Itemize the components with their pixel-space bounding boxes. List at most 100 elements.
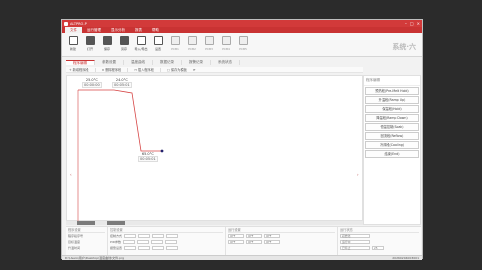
value-field[interactable] bbox=[165, 240, 178, 244]
dropdown[interactable]: OFF bbox=[228, 240, 244, 244]
dropdown[interactable]: OFF bbox=[228, 234, 244, 238]
status-field: 运行中 bbox=[340, 240, 370, 244]
value-field[interactable] bbox=[138, 234, 151, 238]
new-file-icon bbox=[68, 36, 78, 45]
dropdown[interactable]: OFF bbox=[264, 240, 280, 244]
tab-system-status[interactable]: 系统状态 bbox=[211, 60, 240, 65]
pcb2-button[interactable]: PCB2 bbox=[185, 36, 199, 54]
status-value: 25 bbox=[372, 246, 384, 250]
run-status-panel: 运行状态 初始化 运行中 已停止 25 bbox=[338, 227, 421, 255]
value-field[interactable] bbox=[152, 246, 165, 250]
segment-1[interactable]: 25.0°C 00:00:00 bbox=[82, 78, 102, 88]
segment-type-button[interactable]: 保温段(Hold) bbox=[365, 105, 419, 113]
dropdown[interactable]: OFF bbox=[264, 234, 280, 238]
value-field[interactable] bbox=[124, 246, 137, 250]
svg-text:‹: ‹ bbox=[70, 172, 72, 177]
profile-plot[interactable]: ‹ › 25.0°C 00:00:00 24.0°C 00:05:01 65.0… bbox=[66, 75, 363, 222]
refresh-icon[interactable]: ⟳ bbox=[193, 68, 196, 72]
scroll-thumb[interactable] bbox=[77, 221, 95, 225]
svg-text:›: › bbox=[357, 172, 359, 177]
add-segment-button[interactable]: + 新增程序段 bbox=[69, 67, 89, 72]
value-field[interactable] bbox=[166, 246, 179, 250]
tab-temp-curve[interactable]: 温度曲线 bbox=[124, 60, 153, 65]
title-bar: ALTPRO-P – □ × bbox=[62, 20, 422, 27]
pcb-icon bbox=[221, 36, 231, 45]
main-tabs: 程序编辑 参数设置 温度曲线 数据记录 报警记录 系统状态 bbox=[66, 60, 418, 65]
toolbar-divider bbox=[159, 67, 161, 72]
segment-type-button[interactable]: 回流段(Reflow) bbox=[365, 132, 419, 140]
import-export-icon bbox=[136, 36, 146, 45]
segment-type-button[interactable]: 升温段(Ramp Up) bbox=[365, 96, 419, 104]
segment-type-button[interactable]: 降温段(Ramp Down) bbox=[365, 114, 419, 122]
open-folder-icon bbox=[85, 36, 95, 45]
segment-type-button[interactable]: 冷却段(Cooling) bbox=[365, 141, 419, 149]
value-field[interactable] bbox=[124, 234, 137, 238]
control-settings-panel: 控制设置 控制方式 PID参数 报警设置 bbox=[108, 227, 226, 255]
save-template-button[interactable]: ▢ 保存为模板 bbox=[167, 67, 187, 72]
delete-segment-button[interactable]: × 删除程序段 bbox=[102, 67, 122, 72]
scroll-thumb[interactable] bbox=[107, 221, 125, 225]
status-id: 20260204003001 bbox=[392, 256, 419, 260]
value-field[interactable] bbox=[137, 240, 150, 244]
ribbon-toolbar: 新建 打开 保存 另存 导入/导出 设置 PCB1 PCB2 PCB3 PCB4… bbox=[62, 33, 422, 57]
dropdown[interactable]: OFF bbox=[246, 240, 262, 244]
pcb-icon bbox=[170, 36, 180, 45]
pcb4-button[interactable]: PCB4 bbox=[219, 36, 233, 54]
pcb-icon bbox=[238, 36, 248, 45]
status-field: 初始化 bbox=[340, 234, 370, 238]
window-title: ALTPRO-P bbox=[70, 21, 87, 26]
value-field[interactable] bbox=[166, 234, 179, 238]
segment-2[interactable]: 24.0°C 00:05:01 bbox=[112, 78, 132, 88]
open-button[interactable]: 打开 bbox=[83, 36, 97, 54]
tab-data-log[interactable]: 数据记录 bbox=[153, 60, 182, 65]
dropdown[interactable]: OFF bbox=[246, 234, 262, 238]
import-export-button[interactable]: 导入/导出 bbox=[134, 36, 148, 54]
maximize-icon[interactable]: □ bbox=[410, 21, 414, 26]
settings-icon bbox=[153, 36, 163, 45]
tab-program-edit[interactable]: 程序编辑 bbox=[66, 60, 95, 65]
settings-button[interactable]: 设置 bbox=[151, 36, 165, 54]
app-window: ALTPRO-P – □ × 文件 运行管理 显示分析 报表 帮助 新建 打开 … bbox=[61, 19, 423, 260]
pcb3-button[interactable]: PCB3 bbox=[202, 36, 216, 54]
settings-area: 程序设置 程序段序号 目标温度 升温时间 控制设置 控制方式 PID参数 报警设… bbox=[66, 226, 421, 255]
settings-row: 报警设置 bbox=[110, 245, 223, 251]
value-field[interactable] bbox=[138, 246, 151, 250]
new-button[interactable]: 新建 bbox=[66, 36, 80, 54]
save-as-button[interactable]: 另存 bbox=[117, 36, 131, 54]
run-settings-panel: 运行设置 OFF OFF OFF OFF OFF OFF bbox=[226, 227, 338, 255]
window-controls: – □ × bbox=[405, 21, 420, 26]
segment-type-button[interactable]: 预热段(Pre-Melt Hold) bbox=[365, 87, 419, 95]
settings-row: 升温时间 bbox=[68, 246, 81, 250]
segment-3[interactable]: 65.0°C 00:05:01 bbox=[138, 152, 158, 162]
save-icon bbox=[102, 36, 112, 45]
save-as-icon bbox=[119, 36, 129, 45]
value-field[interactable] bbox=[152, 234, 165, 238]
pcb-icon bbox=[204, 36, 214, 45]
pcb1-button[interactable]: PCB1 bbox=[168, 36, 182, 54]
plot-scrollbar[interactable] bbox=[66, 221, 363, 225]
segment-time[interactable]: 00:05:01 bbox=[112, 82, 132, 88]
tab-parameters[interactable]: 参数设置 bbox=[95, 60, 124, 65]
insert-segment-button[interactable]: ↔ 插入程序段 bbox=[134, 67, 154, 72]
profile-curve: ‹ › bbox=[70, 89, 359, 222]
edit-toolbar: + 新增程序段 × 删除程序段 ↔ 插入程序段 ▢ 保存为模板 ⟳ bbox=[66, 67, 363, 73]
segment-type-panel: 程序编辑 预热段(Pre-Melt Hold) 升温段(Ramp Up) 保温段… bbox=[363, 75, 421, 225]
save-button[interactable]: 保存 bbox=[100, 36, 114, 54]
segment-time[interactable]: 00:05:01 bbox=[138, 156, 158, 162]
panel-header: 程序编辑 bbox=[364, 76, 420, 86]
pcb5-button[interactable]: PCB5 bbox=[236, 36, 250, 54]
close-icon[interactable]: × bbox=[417, 21, 420, 26]
segment-type-button[interactable]: 恒温控制(Soak) bbox=[365, 123, 419, 131]
segment-time[interactable]: 00:00:00 bbox=[82, 82, 102, 88]
file-path: D:\Users\用户\Desktop\温度曲线\文件.prg bbox=[65, 256, 125, 260]
value-field[interactable] bbox=[123, 240, 136, 244]
pcb-icon bbox=[187, 36, 197, 45]
minimize-icon[interactable]: – bbox=[405, 21, 407, 26]
status-bar: D:\Users\用户\Desktop\温度曲线\文件.prg 20260204… bbox=[62, 255, 422, 260]
status-row: 已停止 25 bbox=[340, 245, 419, 251]
brand-logo: 系统·六 bbox=[392, 43, 416, 51]
tab-alarm-log[interactable]: 报警记录 bbox=[182, 60, 211, 65]
segment-type-button[interactable]: 结束(End) bbox=[365, 150, 419, 158]
value-field[interactable] bbox=[151, 240, 164, 244]
toolbar-divider bbox=[94, 67, 96, 72]
